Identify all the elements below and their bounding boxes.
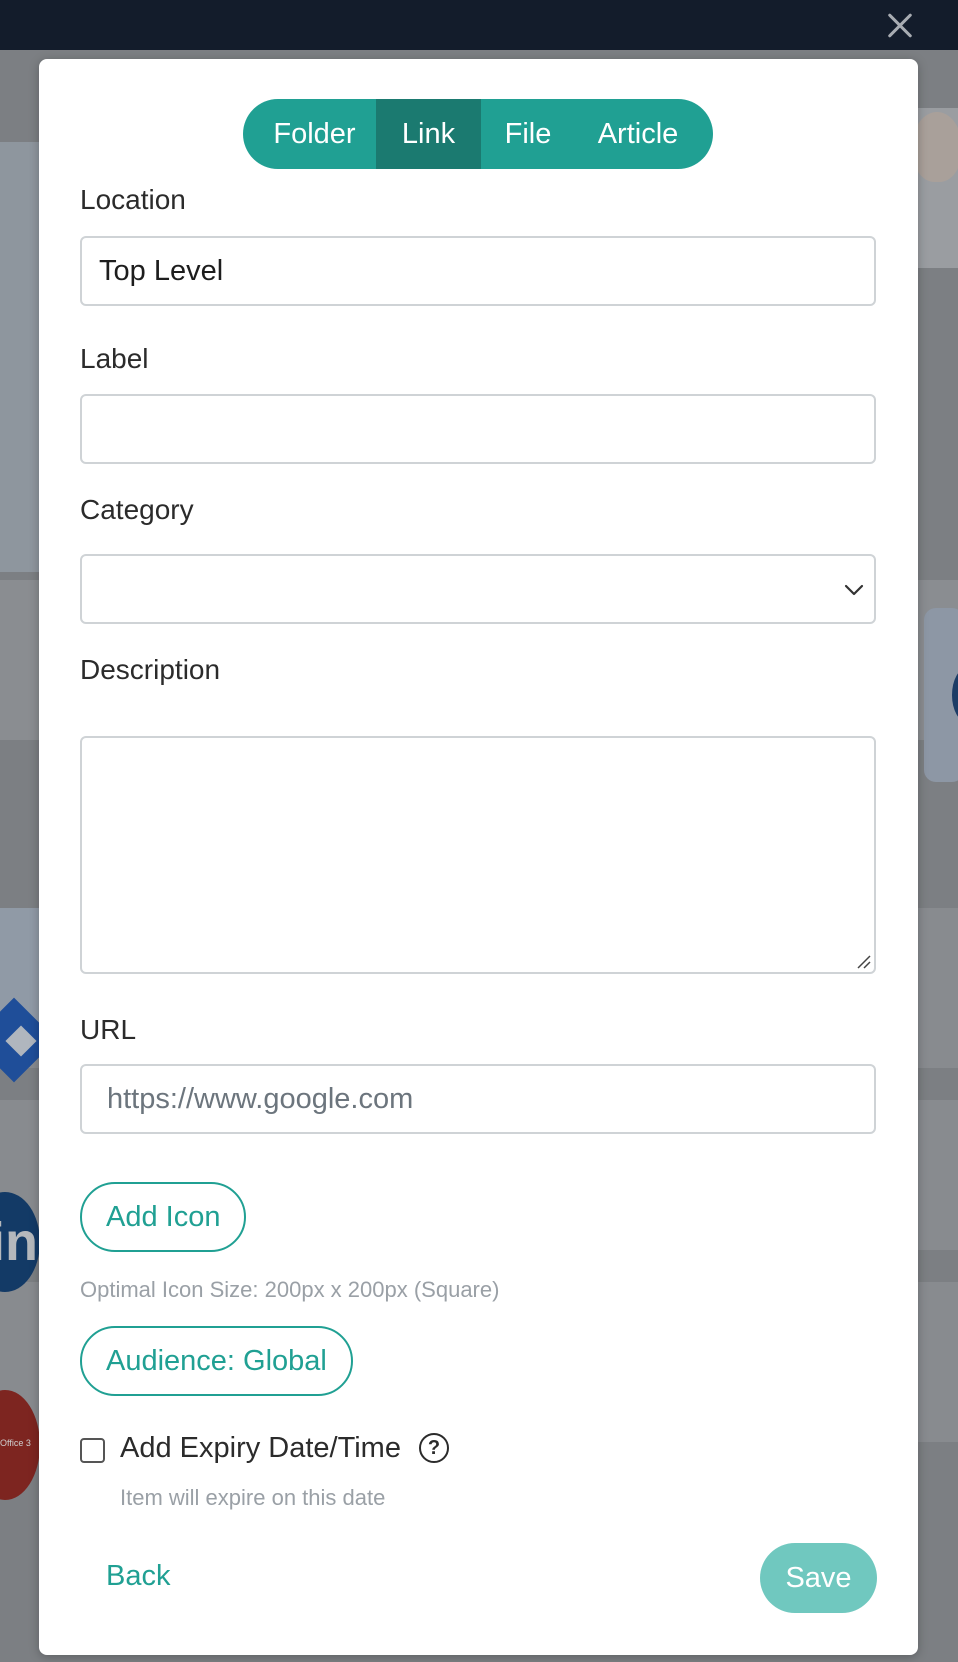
expiry-label[interactable]: Add Expiry Date/Time bbox=[120, 1432, 401, 1465]
chevron-down-icon bbox=[844, 584, 864, 596]
tab-link[interactable]: Link bbox=[376, 99, 481, 169]
url-input[interactable]: https://www.google.com bbox=[80, 1064, 876, 1134]
create-item-modal: Folder Link File Article Location Top Le… bbox=[39, 59, 918, 1655]
tab-file[interactable]: File bbox=[481, 99, 575, 169]
location-value: Top Level bbox=[99, 254, 224, 287]
add-icon-button[interactable]: Add Icon bbox=[80, 1182, 247, 1252]
item-type-switch: Folder Link File Article bbox=[243, 99, 713, 169]
expiry-checkbox[interactable] bbox=[80, 1438, 105, 1463]
background-tile bbox=[0, 142, 42, 572]
label-label: Label bbox=[80, 343, 149, 374]
description-textarea[interactable] bbox=[80, 736, 876, 974]
category-select[interactable] bbox=[80, 554, 876, 624]
office-tile-text: Office 3 bbox=[0, 1438, 31, 1448]
question-circle-icon[interactable]: ? bbox=[419, 1433, 449, 1463]
url-label: URL bbox=[80, 1014, 137, 1045]
resize-grip-icon[interactable] bbox=[855, 953, 871, 969]
location-field[interactable]: Top Level bbox=[80, 236, 876, 306]
top-navigation-bar bbox=[0, 0, 958, 50]
location-label: Location bbox=[80, 184, 186, 215]
tab-folder[interactable]: Folder bbox=[243, 99, 376, 169]
close-icon[interactable] bbox=[880, 6, 920, 46]
audience-button[interactable]: Audience: Global bbox=[80, 1326, 353, 1396]
expiry-hint: Item will expire on this date bbox=[120, 1485, 386, 1510]
back-button[interactable]: Back bbox=[106, 1560, 170, 1593]
url-placeholder: https://www.google.com bbox=[107, 1082, 414, 1115]
profile-photo-face bbox=[912, 112, 958, 182]
icon-size-hint: Optimal Icon Size: 200px x 200px (Square… bbox=[80, 1277, 500, 1302]
category-label: Category bbox=[80, 494, 194, 525]
save-button[interactable]: Save bbox=[760, 1543, 877, 1613]
tab-article[interactable]: Article bbox=[575, 99, 713, 169]
label-input[interactable] bbox=[80, 394, 876, 464]
description-label: Description bbox=[80, 654, 221, 685]
